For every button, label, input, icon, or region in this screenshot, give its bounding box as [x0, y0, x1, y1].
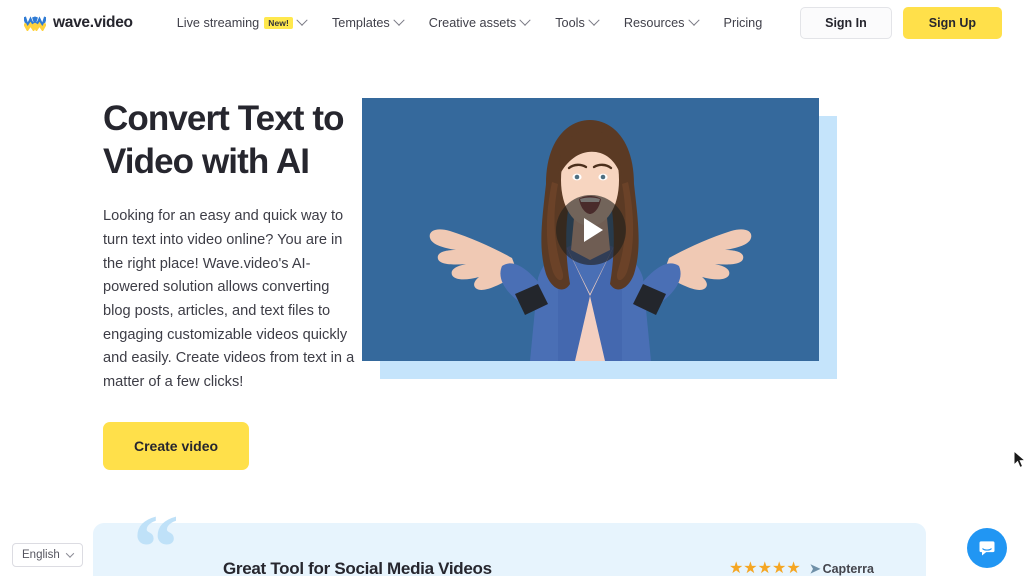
- nav-item-resources[interactable]: Resources: [623, 14, 700, 30]
- nav-label: Live streaming: [176, 15, 260, 30]
- nav-label: Pricing: [723, 15, 763, 30]
- header-actions: Sign In Sign Up: [800, 7, 1002, 39]
- chevron-down-icon: [296, 14, 308, 26]
- chevron-down-icon: [519, 14, 531, 26]
- chevron-down-icon: [393, 14, 405, 26]
- testimonial-card: “ Great Tool for Social Media Videos ★★★…: [93, 501, 926, 576]
- logo-text: wave.video: [53, 14, 133, 31]
- video-thumbnail[interactable]: [362, 98, 819, 361]
- quote-mark-icon: “: [133, 496, 179, 576]
- nav-item-live-streaming[interactable]: Live streaming New!: [176, 14, 308, 30]
- sign-up-button[interactable]: Sign Up: [902, 7, 1002, 39]
- language-selector[interactable]: English: [12, 543, 83, 567]
- chevron-down-icon: [588, 14, 600, 26]
- chat-bubble-icon: [979, 541, 995, 556]
- hero-media: [360, 98, 840, 379]
- logo[interactable]: wave.video: [24, 14, 133, 32]
- nav-label: Tools: [555, 15, 585, 30]
- star-rating-icon: ★★★★★: [728, 560, 801, 576]
- wave-logo-icon: [24, 16, 46, 31]
- sign-in-button[interactable]: Sign In: [800, 7, 892, 39]
- nav-label: Creative assets: [428, 15, 517, 30]
- hero-copy: Convert Text to Video with AI Looking fo…: [0, 98, 360, 470]
- page-title: Convert Text to Video with AI: [103, 99, 344, 181]
- video-wrapper: [362, 98, 837, 379]
- capterra-mark-icon: ➤: [809, 561, 821, 576]
- play-button[interactable]: [555, 194, 626, 265]
- nav-item-pricing[interactable]: Pricing: [723, 15, 763, 30]
- nav-item-tools[interactable]: Tools: [555, 14, 600, 30]
- testimonial-rating: ★★★★★ ➤ Capterra: [729, 561, 874, 576]
- site-header: wave.video Live streaming New! Templates…: [0, 0, 1024, 46]
- testimonial-title: Great Tool for Social Media Videos: [223, 559, 492, 576]
- chat-widget-button[interactable]: [967, 528, 1007, 568]
- main-nav: Live streaming New! Templates Creative a…: [176, 14, 800, 30]
- nav-item-creative-assets[interactable]: Creative assets: [428, 14, 531, 30]
- chevron-down-icon: [687, 14, 700, 26]
- nav-label: Resources: [623, 15, 685, 30]
- hero-paragraph: Looking for an easy and quick way to tur…: [103, 208, 355, 390]
- language-label: English: [22, 549, 60, 561]
- capterra-label: Capterra: [822, 562, 874, 576]
- nav-label: Templates: [331, 15, 390, 30]
- hero-section: Convert Text to Video with AI Looking fo…: [0, 46, 1024, 470]
- new-badge: New!: [264, 16, 293, 30]
- play-icon: [584, 217, 603, 242]
- nav-item-templates[interactable]: Templates: [331, 14, 405, 30]
- chevron-down-icon: [65, 549, 74, 558]
- create-video-button[interactable]: Create video: [103, 421, 250, 470]
- capterra-logo: ➤ Capterra: [810, 561, 874, 576]
